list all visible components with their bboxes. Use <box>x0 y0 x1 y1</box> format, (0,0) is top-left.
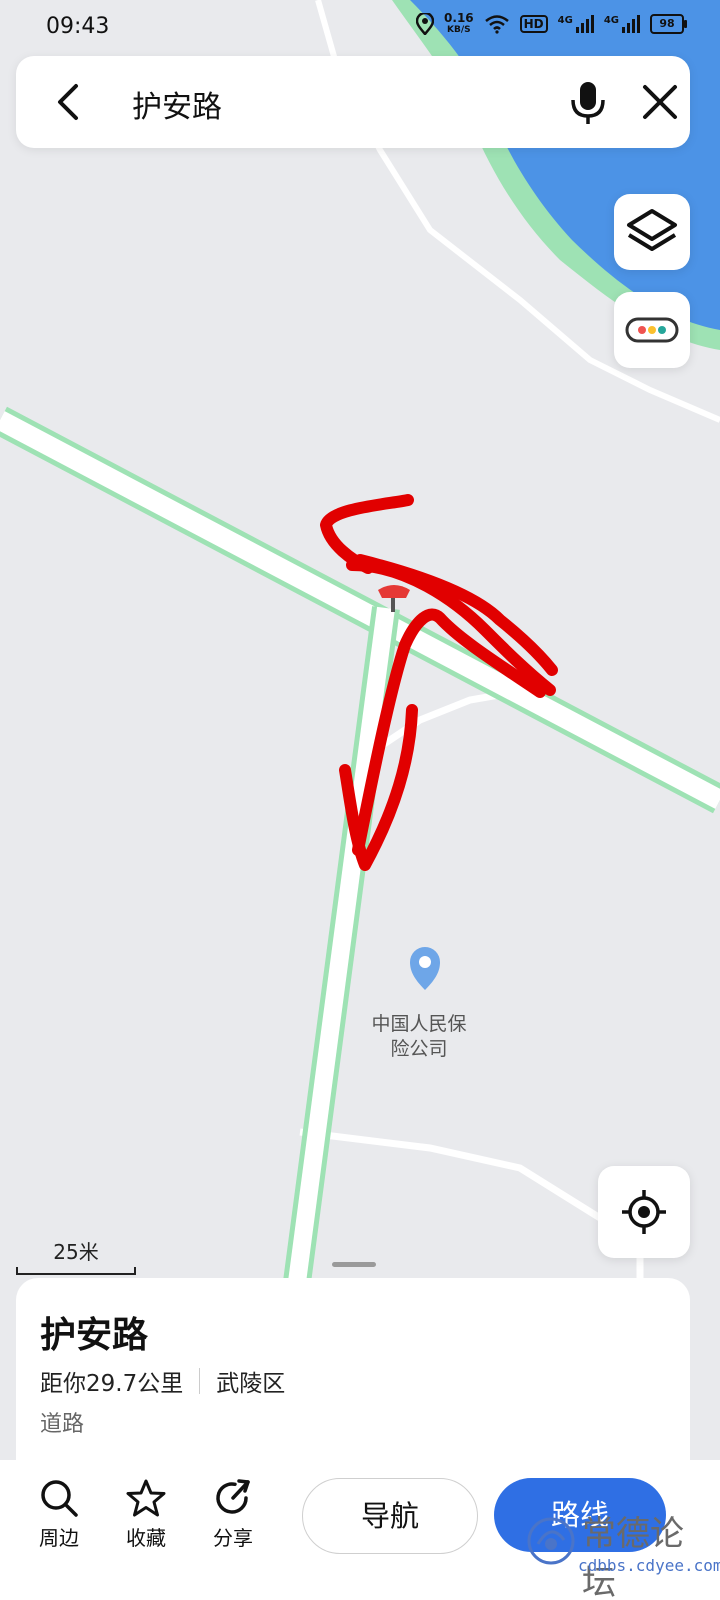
drag-handle[interactable] <box>332 1262 376 1267</box>
signal-icon: 4G <box>604 15 640 33</box>
watermark-text: 常德论坛 <box>582 1514 684 1600</box>
scale-label: 25米 <box>53 1240 99 1264</box>
locate-button[interactable] <box>598 1166 690 1258</box>
favorite-button[interactable]: 收藏 <box>111 1478 181 1551</box>
place-card[interactable]: 护安路 距你29.7公里 武陵区 道路 <box>16 1278 690 1460</box>
hd-badge: HD <box>519 15 548 33</box>
more-tools-button[interactable] <box>614 292 690 368</box>
close-icon[interactable] <box>638 80 682 124</box>
chevron-left-icon[interactable] <box>48 80 92 124</box>
place-title: 护安路 <box>40 1315 149 1356</box>
nearby-button[interactable]: 周边 <box>24 1478 94 1551</box>
battery-level: 98 <box>659 17 675 30</box>
location-icon <box>416 13 435 35</box>
place-district: 武陵区 <box>216 1371 286 1397</box>
status-icons: 0.16 KB/S HD 4G 4G 98 <box>416 12 687 36</box>
status-time: 09:43 <box>46 14 110 39</box>
search-bar[interactable]: 护安路 <box>16 56 690 148</box>
watermark: 常德论坛 cdbbs.cdyee.com <box>520 1506 720 1600</box>
place-meta: 距你29.7公里 武陵区 <box>40 1364 285 1398</box>
favorite-label: 收藏 <box>126 1526 166 1550</box>
share-icon <box>216 1479 250 1514</box>
watermark-url: cdbbs.cdyee.com <box>578 1556 720 1575</box>
bottom-action-bar: 周边 收藏 分享 导航 路线 常德论坛 cdbbs.cdyee.com <box>0 1460 720 1600</box>
locate-icon <box>622 1190 666 1234</box>
network-type: 4G <box>557 15 573 26</box>
net-speed-unit: KB/S <box>447 25 471 35</box>
wifi-icon <box>484 15 509 34</box>
place-type: 道路 <box>40 1412 85 1437</box>
network-type: 4G <box>603 15 619 26</box>
layers-icon <box>627 209 677 251</box>
status-bar: 09:43 0.16 KB/S HD 4G 4G 98 <box>0 0 720 56</box>
navigate-button[interactable]: 导航 <box>302 1478 478 1554</box>
share-label: 分享 <box>213 1526 253 1550</box>
map-scale: 25米 <box>16 1236 136 1275</box>
scale-line <box>16 1267 136 1275</box>
share-button[interactable]: 分享 <box>198 1478 268 1551</box>
nearby-label: 周边 <box>39 1526 79 1550</box>
search-icon <box>41 1480 78 1517</box>
place-distance: 距你29.7公里 <box>40 1371 184 1397</box>
watermark-logo <box>527 1517 575 1565</box>
microphone-icon[interactable] <box>564 78 612 126</box>
battery-icon: 98 <box>650 14 687 34</box>
dots-icon <box>625 317 679 343</box>
search-query[interactable]: 护安路 <box>132 82 222 126</box>
signal-icon: 4G <box>558 15 594 33</box>
meta-divider <box>199 1368 201 1394</box>
star-icon <box>126 1479 166 1517</box>
net-speed: 0.16 KB/S <box>444 12 474 36</box>
poi-label[interactable]: 中国人民保险公司 <box>364 1012 474 1062</box>
map-screen: 09:43 0.16 KB/S HD 4G 4G 98 护安路 中国人民保险公司… <box>0 0 720 1600</box>
net-speed-value: 0.16 <box>444 11 474 25</box>
layers-button[interactable] <box>614 194 690 270</box>
